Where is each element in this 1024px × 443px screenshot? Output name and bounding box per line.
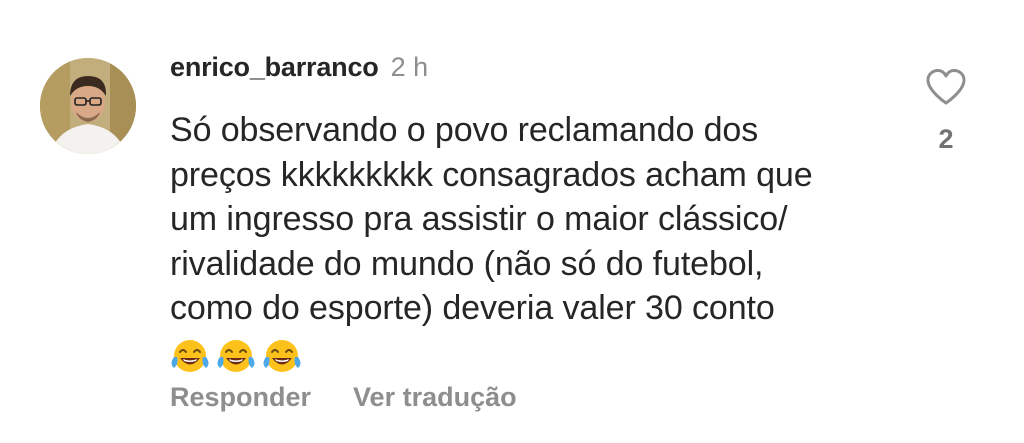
heart-outline-icon[interactable]	[925, 68, 967, 106]
like-area: 2	[922, 68, 970, 155]
comment-text: Só observando o povo reclamando dos preç…	[170, 108, 900, 377]
face-with-tears-of-joy-icon	[216, 337, 256, 377]
face-with-tears-of-joy-icon	[262, 337, 302, 377]
like-count: 2	[938, 124, 954, 154]
username[interactable]: enrico_barranco	[170, 52, 379, 83]
emoji-row	[170, 337, 900, 377]
face-with-tears-of-joy-icon	[170, 337, 210, 377]
comment-header: enrico_barranco 2 h	[170, 52, 428, 92]
translate-button[interactable]: Ver tradução	[353, 382, 517, 413]
comment-text-line: rivalidade do mundo (não só do futebol,	[170, 244, 764, 283]
reply-button[interactable]: Responder	[170, 382, 311, 413]
comment-item: enrico_barranco 2 h Só observando o povo…	[0, 0, 1024, 443]
avatar-photo	[40, 58, 136, 154]
comment-text-line: Só observando o povo reclamando dos	[170, 111, 759, 149]
timestamp: 2 h	[390, 52, 429, 82]
comment-text-line: preços kkkkkkkkk consagrados acham que	[170, 155, 813, 194]
comment-text-line: como do esporte) deveria valer 30 conto	[170, 289, 775, 327]
comment-text-line: um ingresso pra assistir o maior clássic…	[170, 200, 788, 238]
comment-actions: Responder Ver tradução	[170, 382, 517, 413]
avatar[interactable]	[40, 58, 136, 154]
